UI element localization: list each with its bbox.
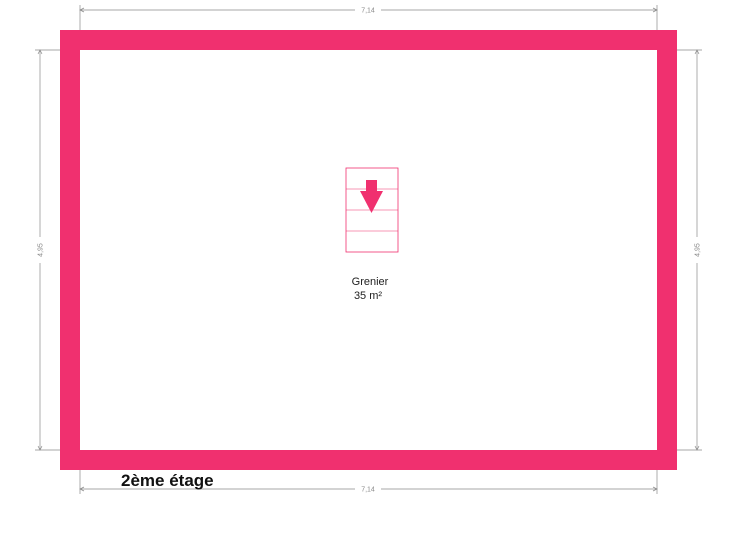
- wall-right: [657, 30, 677, 470]
- wall-left: [60, 30, 80, 470]
- dimension-bottom-label: 7,14: [361, 487, 375, 494]
- room-area: 35 m²: [354, 290, 382, 302]
- floor-label: 2ème étage: [121, 471, 214, 490]
- walls: [60, 30, 677, 470]
- floor-plan: 7,14 7,14 4,95 4,95 Grenier 35 m²: [35, 5, 702, 494]
- wall-bottom: [60, 450, 677, 470]
- staircase: [345, 167, 399, 253]
- dimension-top-label: 7,14: [361, 8, 375, 15]
- room-name: Grenier: [352, 276, 389, 288]
- wall-top: [60, 30, 677, 50]
- stair-down-arrow-icon: [360, 180, 383, 213]
- dimension-left-label: 4,95: [38, 243, 45, 257]
- dimension-right-label: 4,95: [695, 243, 702, 257]
